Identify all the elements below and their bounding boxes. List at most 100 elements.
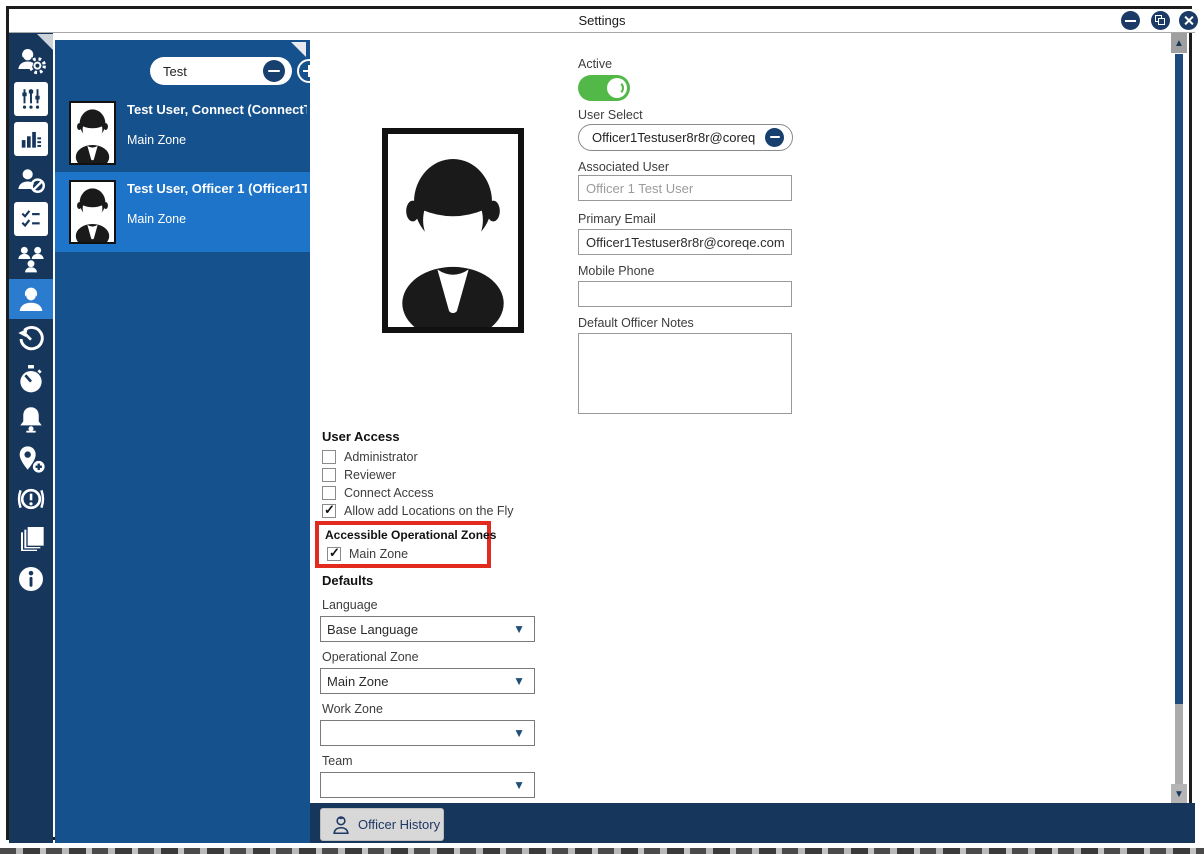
checkbox[interactable] bbox=[322, 468, 336, 482]
down-arrow-icon: ▼ bbox=[1174, 789, 1184, 800]
remove-user-select-button[interactable] bbox=[765, 128, 784, 147]
user-settings-icon bbox=[15, 43, 47, 75]
sidebar-item-statistics[interactable] bbox=[9, 119, 53, 159]
screen: Settings bbox=[0, 0, 1204, 854]
sidebar-item-documents[interactable] bbox=[9, 519, 53, 559]
user-disabled-icon bbox=[15, 163, 47, 195]
user-row-officer1-selected[interactable]: Test User, Officer 1 (Officer1Te Main Zo… bbox=[55, 172, 310, 252]
checklist-icon bbox=[18, 206, 44, 232]
sidebar-item-user-disabled[interactable] bbox=[9, 159, 53, 199]
bell-icon bbox=[15, 403, 47, 435]
sidebar-item-teams[interactable] bbox=[9, 239, 53, 279]
sidebar-item-user-settings[interactable] bbox=[9, 39, 53, 79]
scrollbar-thumb[interactable] bbox=[1175, 54, 1183, 704]
chevron-down-icon: ▼ bbox=[513, 778, 525, 792]
sidebar-item-checklist[interactable] bbox=[9, 199, 53, 239]
checkbox[interactable]: ✓ bbox=[327, 547, 341, 561]
sidebar-item-incidents[interactable] bbox=[9, 479, 53, 519]
sidebar-item-stopwatch[interactable] bbox=[9, 359, 53, 399]
primary-email-label: Primary Email bbox=[578, 212, 656, 226]
user-select-field[interactable]: Officer1Testuser8r8r@coreq bbox=[578, 124, 793, 151]
bar-chart-icon bbox=[18, 126, 44, 152]
user-avatar bbox=[69, 101, 116, 165]
alert-icon bbox=[15, 483, 47, 515]
minimize-button[interactable] bbox=[1121, 11, 1140, 30]
work-zone-dropdown[interactable]: ▼ bbox=[320, 720, 535, 746]
add-location-icon bbox=[15, 443, 47, 475]
language-dropdown[interactable]: Base Language ▼ bbox=[320, 616, 535, 642]
toggle-knob bbox=[607, 78, 627, 98]
default-officer-notes-field[interactable] bbox=[578, 333, 792, 414]
defaults-heading: Defaults bbox=[322, 573, 373, 588]
chevron-down-icon: ▼ bbox=[513, 726, 525, 740]
maximize-button[interactable] bbox=[1151, 11, 1170, 30]
sidebar-item-add-location[interactable] bbox=[9, 439, 53, 479]
scrollbar-up-button[interactable]: ▲ bbox=[1171, 33, 1187, 53]
active-label: Active bbox=[578, 57, 612, 71]
scrollbar-down-button[interactable]: ▼ bbox=[1171, 784, 1187, 803]
minimize-icon bbox=[1125, 20, 1136, 22]
icon-sidebar bbox=[9, 33, 53, 843]
team-label: Team bbox=[322, 754, 353, 768]
language-label: Language bbox=[322, 598, 378, 612]
checkbox[interactable] bbox=[322, 486, 336, 500]
team-dropdown[interactable]: ▼ bbox=[320, 772, 535, 798]
minus-icon bbox=[268, 70, 280, 72]
accessible-operational-zones-highlight: Accessible Operational Zones ✓ Main Zone bbox=[315, 521, 491, 568]
user-icon bbox=[15, 283, 47, 315]
background-desktop-strip bbox=[0, 848, 1204, 854]
user-select-value: Officer1Testuser8r8r@coreq bbox=[592, 130, 755, 145]
user-select-label: User Select bbox=[578, 108, 643, 122]
officer-history-button[interactable]: Officer History bbox=[320, 808, 444, 841]
sliders-icon bbox=[18, 86, 44, 112]
user-row-connect[interactable]: Test User, Connect (ConnectTes Main Zone bbox=[55, 93, 310, 172]
officer-icon bbox=[330, 814, 352, 836]
mobile-phone-field[interactable] bbox=[578, 281, 792, 307]
primary-email-field[interactable] bbox=[578, 229, 792, 255]
active-toggle[interactable] bbox=[578, 75, 630, 101]
accessible-operational-zones-heading: Accessible Operational Zones bbox=[325, 528, 496, 542]
operational-zone-label: Operational Zone bbox=[322, 650, 419, 664]
scrollbar-track[interactable] bbox=[1175, 704, 1183, 784]
timer-icon bbox=[15, 323, 47, 355]
user-search bbox=[150, 57, 292, 85]
chevron-down-icon: ▼ bbox=[513, 622, 525, 636]
work-zone-label: Work Zone bbox=[322, 702, 383, 716]
stopwatch-icon bbox=[15, 363, 47, 395]
associated-user-field[interactable] bbox=[578, 175, 792, 201]
sidebar-item-timer[interactable] bbox=[9, 319, 53, 359]
user-access-heading: User Access bbox=[322, 429, 400, 444]
team-icon bbox=[15, 243, 47, 275]
user-name: Test User, Connect (ConnectTes bbox=[127, 102, 307, 117]
default-officer-notes-label: Default Officer Notes bbox=[578, 316, 694, 330]
sidebar-item-sliders[interactable] bbox=[9, 79, 53, 119]
operational-zone-dropdown[interactable]: Main Zone ▼ bbox=[320, 668, 535, 694]
user-zone: Main Zone bbox=[127, 133, 186, 147]
clear-search-button[interactable] bbox=[263, 60, 285, 82]
sidebar-item-users[interactable] bbox=[9, 279, 53, 319]
checkbox[interactable]: ✓ bbox=[322, 504, 336, 518]
chevron-down-icon: ▼ bbox=[513, 674, 525, 688]
window-title: Settings bbox=[9, 9, 1195, 33]
info-icon bbox=[15, 563, 47, 595]
close-button[interactable] bbox=[1179, 11, 1198, 30]
add-user-button[interactable] bbox=[297, 59, 321, 83]
checkbox[interactable] bbox=[322, 450, 336, 464]
officer-history-label: Officer History bbox=[358, 809, 440, 840]
title-bar: Settings bbox=[9, 9, 1195, 33]
mobile-phone-label: Mobile Phone bbox=[578, 264, 654, 278]
search-input[interactable] bbox=[163, 58, 258, 84]
up-arrow-icon: ▲ bbox=[1174, 38, 1184, 49]
sidebar-item-about[interactable] bbox=[9, 559, 53, 599]
settings-window: Settings bbox=[6, 6, 1192, 840]
minus-icon bbox=[770, 136, 780, 138]
associated-user-label: Associated User bbox=[578, 160, 669, 174]
panel-resize-handle[interactable] bbox=[291, 42, 306, 57]
user-avatar bbox=[69, 180, 116, 244]
sidebar-item-alerts[interactable] bbox=[9, 399, 53, 439]
user-photo-placeholder[interactable] bbox=[382, 128, 524, 333]
documents-icon bbox=[15, 523, 47, 555]
user-list-panel: Test User, Connect (ConnectTes Main Zone… bbox=[55, 40, 310, 843]
user-name: Test User, Officer 1 (Officer1Te bbox=[127, 181, 307, 196]
footer-bar: Officer History bbox=[310, 803, 1195, 843]
